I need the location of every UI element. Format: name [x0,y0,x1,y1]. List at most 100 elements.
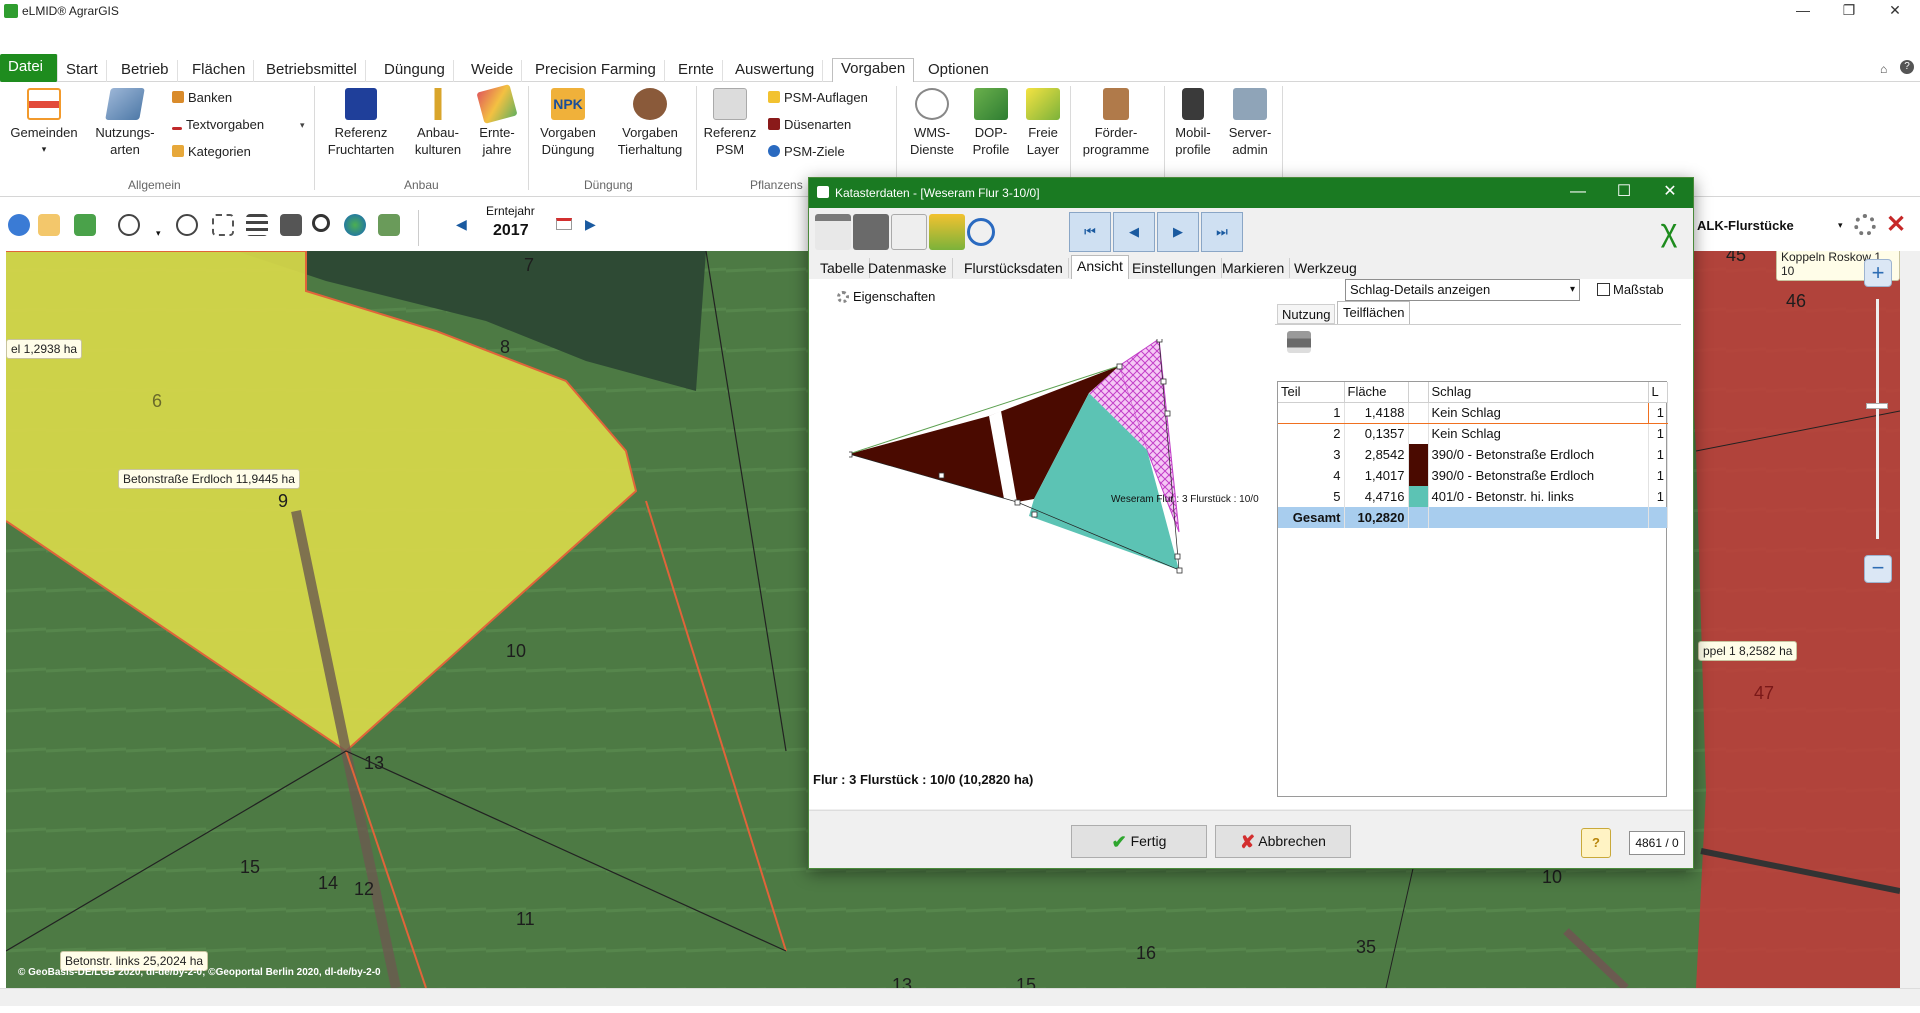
kategorien-button[interactable]: Kategorien [172,144,251,159]
foerderprogramme-button[interactable]: Förder- programme [1076,88,1156,158]
dialog-title-bar[interactable]: Katasterdaten - [Weseram Flur 3-10/0] — … [809,178,1693,208]
close-button[interactable]: ✕ [1872,0,1918,22]
dialog-minimize-button[interactable]: — [1555,178,1601,208]
checklist-icon[interactable] [891,214,927,250]
restore-button[interactable]: ❐ [1826,0,1872,22]
close-layer-icon[interactable]: ✕ [1886,210,1906,239]
map-horizontal-scrollbar[interactable] [0,988,1920,1006]
map-field-label[interactable]: Betonstraße Erdloch 11,9445 ha [118,469,300,489]
massstab-checkbox[interactable] [1597,283,1610,296]
zoom-in-button[interactable]: + [1864,259,1892,287]
search-icon[interactable] [967,218,995,246]
referenz-psm-button[interactable]: Referenz PSM [702,88,758,158]
dialog-tab-flurstuecksdaten[interactable]: Flurstücksdaten [959,258,1069,278]
dialog-tab-markieren[interactable]: Markieren [1217,258,1291,278]
mobilprofile-button[interactable]: Mobil- profile [1168,88,1218,158]
cell-schlag[interactable]: Kein Schlag [1427,401,1649,424]
home-icon[interactable]: ⌂ [1880,62,1887,76]
globe-icon[interactable] [344,214,366,236]
map-field-label[interactable]: el 1,2938 ha [6,339,83,359]
serveradmin-button[interactable]: Server- admin [1222,88,1278,158]
cell-schlag[interactable]: 390/0 - Betonstraße Erdloch [1428,444,1649,465]
psm-auflagen-button[interactable]: PSM-Auflagen [768,90,868,105]
previous-record-button[interactable]: ◀ [1113,212,1155,252]
print-icon[interactable] [1287,331,1311,353]
dialog-tab-einstellungen[interactable]: Einstellungen [1127,258,1223,278]
view-mode-select[interactable]: Schlag-Details anzeigen ▾ [1345,279,1580,301]
abbrechen-button[interactable]: ✘ Abbrechen [1215,825,1351,858]
last-record-button[interactable]: ⏭ [1201,212,1243,252]
dialog-tab-datenmaske[interactable]: Datenmaske [863,258,953,278]
calendar-icon[interactable] [556,218,572,230]
referenz-fruchtarten-button[interactable]: Referenz Fruchtarten [324,88,398,158]
map-vertical-scrollbar[interactable] [1900,251,1920,988]
banken-button[interactable]: Banken [172,90,232,105]
dialog-tab-ansicht[interactable]: Ansicht [1071,255,1129,279]
print-icon[interactable] [280,214,302,236]
tab-duengung[interactable]: Düngung [376,60,454,82]
freie-layer-button[interactable]: Freie Layer [1020,88,1066,158]
report-icon[interactable] [929,214,965,250]
tab-weide[interactable]: Weide [463,60,523,82]
table-row[interactable]: 3 2,8542 390/0 - Betonstraße Erdloch 1 [1278,444,1668,465]
help-icon[interactable]: ? [1900,60,1914,74]
anbaukulturen-button[interactable]: Anbau- kulturen [408,88,468,158]
gemeinden-button[interactable]: Gemeinden ▾ [8,88,80,158]
table-row[interactable]: 4 1,4017 390/0 - Betonstraße Erdloch 1 [1278,465,1668,486]
tab-flaechen[interactable]: Flächen [184,60,255,82]
tab-vorgaben[interactable]: Vorgaben [832,58,915,83]
layer-icon[interactable] [74,214,96,236]
search-icon[interactable] [312,214,330,232]
gear-icon[interactable] [1854,214,1876,236]
tab-betrieb[interactable]: Betrieb [113,60,178,82]
wms-dienste-button[interactable]: WMS- Dienste [904,88,960,158]
subtab-teilflaechen[interactable]: Teilflächen [1337,301,1411,325]
zoom-out-icon[interactable] [176,214,198,236]
prev-year-button[interactable]: ◀ [456,216,467,233]
col-l[interactable]: L [1648,382,1668,403]
table-view-icon[interactable] [815,214,851,250]
vorgaben-tierhaltung-button[interactable]: Vorgaben Tierhaltung [610,88,690,158]
eraser-icon[interactable] [38,214,60,236]
zoom-slider-track[interactable] [1876,299,1879,539]
col-teil[interactable]: Teil [1278,382,1345,403]
select-rect-icon[interactable] [212,214,234,236]
cell-schlag[interactable]: 390/0 - Betonstraße Erdloch [1428,465,1649,486]
allgemein-dropdown-icon[interactable]: ▾ [300,120,305,131]
next-year-button[interactable]: ▶ [585,216,596,233]
dialog-maximize-button[interactable]: ☐ [1601,178,1647,208]
table-row[interactable]: 1 1,4188 Kein Schlag 1 [1278,401,1668,424]
eigenschaften-button[interactable]: Eigenschaften [837,289,935,304]
teilflaechen-table[interactable]: Teil Fläche Schlag L 1 1,4188 Kein Schla… [1277,381,1668,797]
chevron-down-icon[interactable]: ▾ [156,228,161,239]
nutzungsarten-button[interactable]: Nutzungs- arten [90,88,160,158]
refresh-icon[interactable] [8,214,30,236]
list-icon[interactable] [246,214,268,236]
table-row[interactable]: 5 4,4716 401/0 - Betonstr. hi. links 1 [1278,486,1668,507]
chevron-down-icon[interactable]: ▾ [1838,220,1843,231]
tab-datei[interactable]: Datei [0,54,58,82]
map-field-label[interactable]: ppel 1 8,2582 ha [1698,641,1798,661]
textvorgaben-button[interactable]: Textvorgaben [172,117,264,132]
next-record-button[interactable]: ▶ [1157,212,1199,252]
parcel-polygon-view[interactable] [849,339,1229,699]
minimize-button[interactable]: — [1780,0,1826,22]
cell-schlag[interactable]: 401/0 - Betonstr. hi. links [1428,486,1649,507]
first-record-button[interactable]: ⏮ [1069,212,1111,252]
help-button[interactable]: ? [1581,828,1611,858]
tab-ernte[interactable]: Ernte [670,60,723,82]
col-flaeche[interactable]: Fläche [1344,382,1409,403]
duesenarten-button[interactable]: Düsenarten [768,117,851,132]
print-icon[interactable] [853,214,889,250]
dialog-close-button[interactable]: ✕ [1647,178,1693,208]
tab-precision-farming[interactable]: Precision Farming [527,60,665,82]
tab-auswertung[interactable]: Auswertung [727,60,824,82]
erntejahre-button[interactable]: Ernte- jahre [474,84,520,158]
dop-profile-button[interactable]: DOP- Profile [966,88,1016,158]
col-schlag[interactable]: Schlag [1428,382,1649,403]
tab-start[interactable]: Start [58,60,107,82]
tab-optionen[interactable]: Optionen [920,60,997,82]
table-row[interactable]: 2 0,1357 Kein Schlag 1 [1278,423,1668,444]
col-color[interactable] [1408,382,1429,403]
subtab-nutzung[interactable]: Nutzung [1277,304,1336,324]
